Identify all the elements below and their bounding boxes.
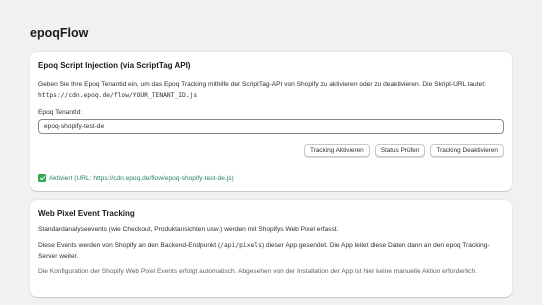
pixel-para-1: Standardanalyseevents (wie Checkout, Pro… — [38, 226, 339, 233]
script-card-description: Geben Sie Ihre Epoq Tenantid ein, um das… — [38, 80, 504, 101]
web-pixel-card: Web Pixel Event Tracking Standardanalyse… — [30, 200, 512, 297]
pixel-para-2: Diese Events werden von Shopify an den B… — [38, 241, 504, 262]
script-injection-card: Epoq Script Injection (via ScriptTag API… — [30, 52, 512, 191]
check-icon — [38, 174, 46, 182]
tenant-id-input[interactable]: epoq-shopify-test-de — [38, 119, 504, 134]
pixel-para-2-before: Diese Events werden von Shopify an den B… — [38, 242, 221, 249]
script-url: https://cdn.epoq.de/flow/YOUR_TENANT_ID.… — [38, 91, 198, 99]
app-title: epoqFlow — [30, 26, 89, 40]
api-endpoint-code: /api/pixels — [220, 242, 262, 249]
status-message: Aktiviert (URL: https://cdn.epoq.de/flow… — [38, 174, 234, 182]
tenant-id-label: Epoq TenantId: — [38, 109, 83, 116]
check-status-button[interactable]: Status Prüfen — [374, 144, 426, 157]
description-text: Geben Sie Ihre Epoq Tenantid ein, um das… — [38, 81, 486, 88]
action-buttons: Tracking Aktivieren Status Prüfen Tracki… — [303, 144, 504, 157]
deactivate-tracking-button[interactable]: Tracking Deaktivieren — [430, 144, 504, 157]
pixel-para-3: Die Konfiguration der Shopify Web Pixel … — [38, 268, 477, 275]
activate-tracking-button[interactable]: Tracking Aktivieren — [303, 144, 370, 157]
pixel-card-title: Web Pixel Event Tracking — [38, 209, 135, 218]
status-text: Aktiviert (URL: https://cdn.epoq.de/flow… — [49, 174, 234, 182]
script-card-title: Epoq Script Injection (via ScriptTag API… — [38, 61, 191, 70]
